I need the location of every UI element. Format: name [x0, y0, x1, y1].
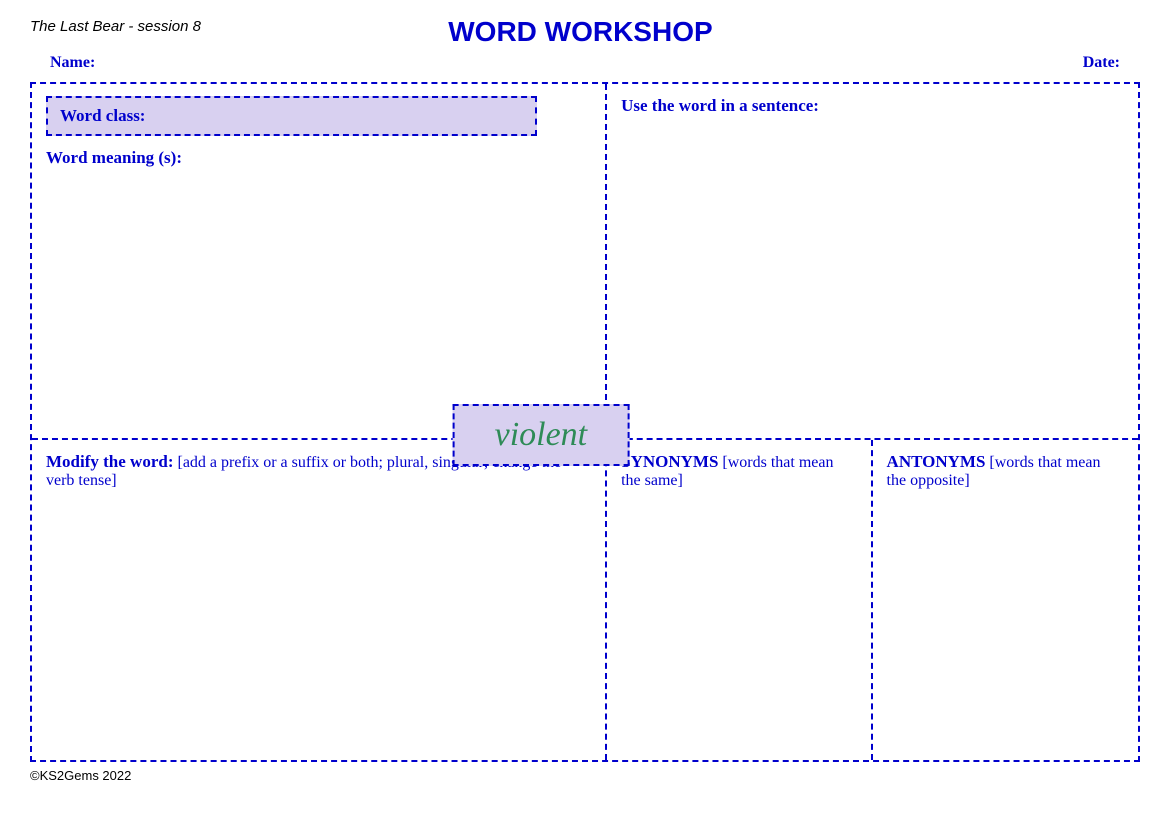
modify-bold: Modify the word:: [46, 452, 173, 471]
cell-bottom-mid: SYNONYMS [words that mean the same]: [607, 440, 872, 760]
cell-bottom-left: Modify the word: [add a prefix or a suff…: [32, 440, 607, 760]
word-meaning-label: Word meaning (s):: [46, 148, 591, 168]
top-bar: The Last Bear - session 8 WORD WORKSHOP: [30, 18, 1140, 48]
name-label: Name:: [50, 54, 95, 72]
word-class-box: Word class:: [46, 96, 537, 136]
cell-top-left: Word class: Word meaning (s):: [32, 84, 607, 440]
word-class-label: Word class:: [60, 106, 145, 125]
content-grid: Word class: Word meaning (s): Use the wo…: [30, 82, 1140, 762]
floating-word-box: violent: [453, 404, 630, 466]
session-label: The Last Bear - session 8: [30, 18, 201, 35]
antonyms-label: ANTONYMS [words that mean the opposite]: [887, 452, 1124, 490]
use-sentence-label: Use the word in a sentence:: [621, 96, 1124, 116]
main-title: WORD WORKSHOP: [201, 16, 960, 48]
synonyms-bold: SYNONYMS: [621, 452, 718, 471]
antonyms-bold: ANTONYMS: [887, 452, 986, 471]
name-date-row: Name: Date:: [30, 54, 1140, 72]
cell-top-right: Use the word in a sentence:: [607, 84, 1138, 440]
synonyms-label: SYNONYMS [words that mean the same]: [621, 452, 856, 490]
center-word: violent: [495, 416, 588, 453]
footer: ©KS2Gems 2022: [30, 768, 1140, 783]
page: The Last Bear - session 8 WORD WORKSHOP …: [0, 0, 1170, 827]
copyright: ©KS2Gems 2022: [30, 768, 131, 783]
cell-bottom-right: ANTONYMS [words that mean the opposite]: [873, 440, 1138, 760]
date-label: Date:: [1083, 54, 1120, 72]
